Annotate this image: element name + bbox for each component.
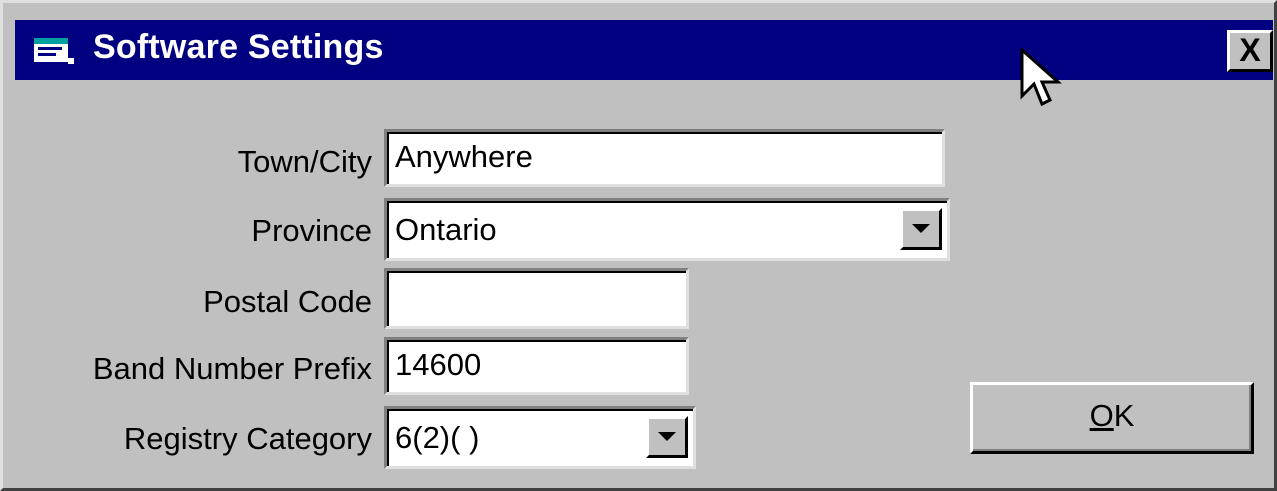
town-city-label: Town/City bbox=[237, 144, 372, 179]
band-number-prefix-input[interactable]: 14600 bbox=[384, 337, 689, 395]
province-select[interactable]: Ontario bbox=[384, 198, 950, 261]
settings-dialog: Software Settings X Town/City Anywhere P… bbox=[0, 0, 1277, 491]
province-dropdown-button[interactable] bbox=[900, 208, 942, 250]
chevron-down-icon bbox=[658, 432, 676, 441]
close-button[interactable]: X bbox=[1227, 30, 1273, 72]
title-bar[interactable]: Software Settings X bbox=[15, 20, 1273, 80]
ok-mnemonic: O bbox=[1089, 398, 1114, 433]
ok-button[interactable]: OK bbox=[970, 382, 1254, 454]
postal-code-input[interactable] bbox=[384, 268, 689, 329]
province-value: Ontario bbox=[395, 212, 497, 247]
ok-label: K bbox=[1113, 398, 1135, 433]
app-window-icon bbox=[34, 38, 74, 64]
mouse-pointer-icon bbox=[1020, 48, 1062, 107]
registry-category-value: 6(2)( ) bbox=[395, 420, 480, 455]
province-label: Province bbox=[251, 213, 372, 248]
postal-code-label: Postal Code bbox=[203, 284, 372, 319]
registry-category-dropdown-button[interactable] bbox=[646, 416, 688, 458]
window-title: Software Settings bbox=[93, 28, 384, 66]
band-number-prefix-label: Band Number Prefix bbox=[92, 351, 372, 386]
chevron-down-icon bbox=[912, 224, 930, 233]
town-city-input[interactable]: Anywhere bbox=[384, 129, 945, 187]
registry-category-select[interactable]: 6(2)( ) bbox=[384, 406, 696, 469]
registry-category-label: Registry Category bbox=[123, 421, 372, 456]
